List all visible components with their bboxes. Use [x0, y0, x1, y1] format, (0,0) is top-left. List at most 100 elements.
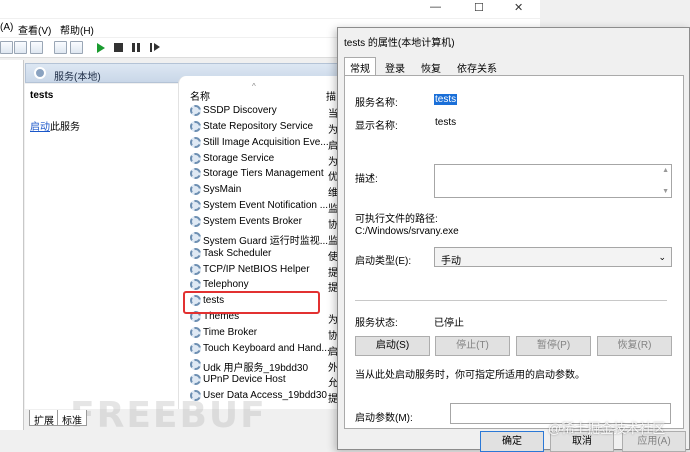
scroll-up-icon[interactable]: ▲ [662, 167, 669, 174]
start-params-hint: 当从此处启动服务时，你可指定所适用的启动参数。 [355, 370, 585, 381]
gear-icon [190, 168, 201, 180]
gear-icon [190, 342, 201, 354]
menu-help[interactable]: 帮助(H) [60, 22, 94, 37]
startup-type-value: 手动 [441, 256, 461, 267]
help-icon[interactable] [54, 41, 67, 54]
service-row-name: Still Image Acquisition Eve... [203, 136, 329, 148]
column-header-name[interactable]: 名称 [190, 88, 210, 103]
service-row-name: System Guard 运行时监视... [203, 235, 329, 247]
gear-icon [190, 105, 201, 116]
pause-button[interactable]: 暂停(P) [516, 336, 591, 356]
column-header-description[interactable]: 描 [326, 88, 336, 103]
general-tab-page: 服务名称: tests 显示名称: tests 描述: ▲ ▼ 可执行文件的路径… [344, 75, 684, 429]
exe-path-label: 可执行文件的路径: [355, 214, 438, 225]
display-name-value[interactable]: tests [435, 117, 456, 128]
restart-service-icon[interactable] [150, 43, 160, 52]
gear-icon [190, 247, 201, 259]
dialog-title: tests 的属性(本地计算机) [344, 38, 455, 49]
gear-icon [190, 231, 201, 243]
properties-icon[interactable] [70, 41, 83, 54]
gear-icon [190, 374, 201, 386]
start-params-label: 启动参数(M): [355, 413, 413, 424]
gear-icon [190, 184, 201, 196]
tab-standard[interactable]: 标准 [57, 410, 87, 427]
display-name-label: 显示名称: [355, 121, 398, 132]
service-row-name: Touch Keyboard and Hand... [203, 342, 330, 354]
start-service-link[interactable]: 启动 [30, 122, 50, 133]
service-row[interactable]: UPnP Device Host 允 [188, 372, 338, 389]
service-row[interactable]: SSDP Discovery 当 [188, 103, 338, 120]
services-gear-icon [34, 67, 46, 79]
ok-button[interactable]: 确定 [480, 431, 544, 452]
pause-service-icon[interactable] [132, 43, 140, 52]
minimize-button[interactable]: — [430, 1, 441, 13]
service-name-label: 服务名称: [355, 98, 398, 109]
service-row-name: State Repository Service [203, 120, 314, 132]
service-row[interactable]: SysMain 维 [188, 182, 338, 199]
service-row[interactable]: Touch Keyboard and Hand... 启 [188, 341, 338, 358]
service-status-value: 已停止 [434, 318, 464, 329]
service-row[interactable]: Task Scheduler 使 [188, 246, 338, 263]
description-label: 描述: [355, 174, 378, 185]
service-row[interactable]: TCP/IP NetBIOS Helper 提 [188, 262, 338, 279]
sort-ascending-icon: ^ [252, 82, 256, 91]
export-list-icon[interactable] [30, 41, 43, 54]
maximize-button[interactable]: ☐ [474, 1, 484, 14]
gear-icon [190, 215, 201, 227]
service-row-name: Storage Service [203, 152, 275, 164]
gear-icon [190, 136, 201, 148]
service-row-name: SSDP Discovery [203, 105, 277, 116]
stop-service-icon[interactable] [114, 43, 123, 52]
tab-recovery[interactable]: 恢复 [416, 58, 446, 75]
service-row[interactable]: Udk 用户服务_19bdd30 外 [188, 357, 338, 374]
resume-button[interactable]: 恢复(R) [597, 336, 672, 356]
service-row-name: Task Scheduler [203, 247, 272, 259]
service-row-name: Storage Tiers Management [203, 168, 324, 180]
scroll-down-icon[interactable]: ▼ [662, 188, 669, 195]
tab-general[interactable]: 常规 [344, 57, 376, 76]
gear-icon [190, 326, 201, 338]
console-titlebar: — ☐ ✕ [0, 0, 540, 18]
back-icon[interactable] [0, 41, 13, 54]
service-name-value[interactable]: tests [434, 94, 458, 105]
service-row[interactable]: State Repository Service 为 [188, 119, 338, 136]
service-row[interactable]: System Event Notification ... 监 [188, 198, 338, 215]
service-row-name: UPnP Device Host [203, 374, 286, 386]
service-name-selected-text[interactable]: tests [434, 94, 458, 105]
service-row[interactable]: Storage Tiers Management 优 [188, 166, 338, 183]
tab-logon[interactable]: 登录 [380, 58, 410, 75]
menu-action[interactable]: (A) [0, 22, 13, 33]
stop-button[interactable]: 停止(T) [435, 336, 510, 356]
gear-icon [190, 358, 201, 370]
console-tree-icon[interactable] [14, 41, 27, 54]
console-tree-pane[interactable] [0, 60, 24, 430]
description-field[interactable]: ▲ ▼ [434, 164, 672, 198]
service-properties-dialog: tests 的属性(本地计算机) 常规 登录 恢复 依存关系 服务名称: tes… [337, 27, 690, 452]
close-button[interactable]: ✕ [514, 1, 523, 14]
startup-type-label: 启动类型(E): [355, 256, 412, 267]
start-service-link-line: 启动此服务 [30, 118, 80, 133]
selected-service-name: tests [30, 90, 54, 101]
startup-type-dropdown[interactable]: 手动 ⌄ [434, 247, 672, 267]
panel-title: 服务(本地) [54, 72, 101, 83]
service-row[interactable]: System Events Broker 协 [188, 214, 338, 231]
chevron-down-icon: ⌄ [658, 252, 666, 262]
start-button[interactable]: 启动(S) [355, 336, 430, 356]
menu-view[interactable]: 查看(V) [18, 22, 51, 37]
service-row[interactable]: System Guard 运行时监视... 监 [188, 230, 338, 247]
exe-path-value: C:/Windows/srvany.exe [355, 226, 459, 237]
service-row[interactable]: Storage Service 为 [188, 151, 338, 168]
service-row-name: Time Broker [203, 326, 258, 338]
view-tabs: 扩展 标准 [25, 410, 340, 428]
service-row[interactable]: Time Broker 协 [188, 325, 338, 342]
start-service-icon[interactable] [97, 43, 105, 53]
tab-dependencies[interactable]: 依存关系 [452, 58, 502, 75]
start-service-suffix: 此服务 [50, 122, 80, 133]
tab-extended[interactable]: 扩展 [29, 410, 59, 427]
service-row-name: TCP/IP NetBIOS Helper [203, 263, 310, 275]
service-row-name: SysMain [203, 184, 242, 196]
service-row-name: Telephony [203, 279, 249, 291]
toolbar [0, 38, 340, 58]
gear-icon [190, 279, 201, 291]
service-row[interactable]: Still Image Acquisition Eve... 启 [188, 135, 338, 152]
